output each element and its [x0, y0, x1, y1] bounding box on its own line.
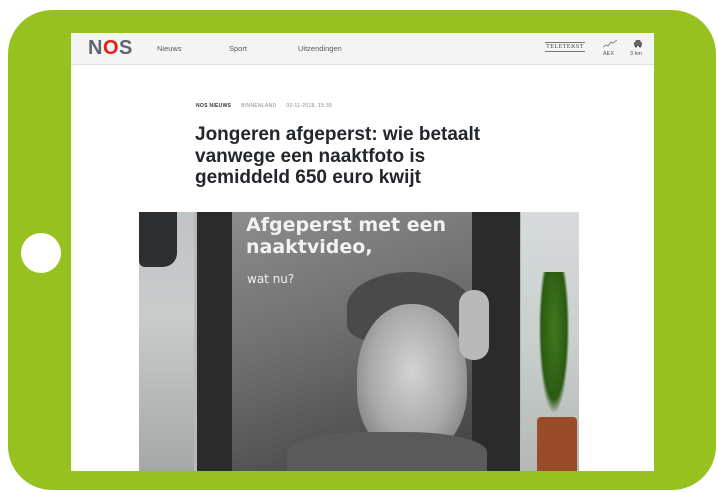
plant-shape: [539, 272, 569, 412]
logo-letter-o: O: [102, 37, 120, 59]
article-category[interactable]: BINNENLAND: [241, 103, 276, 109]
nos-logo[interactable]: NOS: [88, 37, 133, 60]
plant-pot: [537, 417, 577, 471]
portrait-hand: [459, 290, 489, 360]
article-photo: Afgeperst met een naaktvideo, wat nu?: [139, 212, 579, 471]
meta-separator: ·: [235, 103, 238, 109]
nav-uitzendingen[interactable]: Uitzendingen: [298, 44, 342, 53]
logo-letter-s: S: [119, 37, 133, 59]
home-button[interactable]: [21, 233, 61, 273]
article-meta: NOS NIEUWS · BINNENLAND · 02-11-2018, 15:39: [196, 103, 332, 109]
stock-chart-icon[interactable]: [603, 39, 617, 48]
article-date: 02-11-2018, 15:39: [286, 103, 333, 109]
poster-title: Afgeperst met een naaktvideo,: [246, 214, 447, 258]
nav-nieuws[interactable]: Nieuws: [157, 44, 182, 53]
poster: Afgeperst met een naaktvideo, wat nu?: [197, 212, 520, 471]
nav-sport[interactable]: Sport: [229, 44, 247, 53]
aex-label: AEX: [603, 51, 615, 57]
portrait-shirt: [287, 432, 487, 471]
lamp-shape: [139, 212, 177, 267]
logo-letter-n: N: [88, 37, 103, 59]
poster-subtitle: wat nu?: [247, 272, 295, 286]
teletekst-link[interactable]: TELETEKST: [545, 42, 585, 52]
car-icon[interactable]: [633, 39, 643, 48]
site-header: NOS Nieuws Sport Uitzendingen TELETEKST …: [71, 33, 654, 65]
browser-screen: NOS Nieuws Sport Uitzendingen TELETEKST …: [71, 33, 654, 471]
article-source[interactable]: NOS NIEUWS: [196, 103, 231, 109]
article-title: Jongeren afgeperst: wie betaalt vanwege …: [195, 124, 481, 188]
traffic-label: 3 km: [630, 51, 642, 57]
meta-separator: ·: [280, 103, 283, 109]
